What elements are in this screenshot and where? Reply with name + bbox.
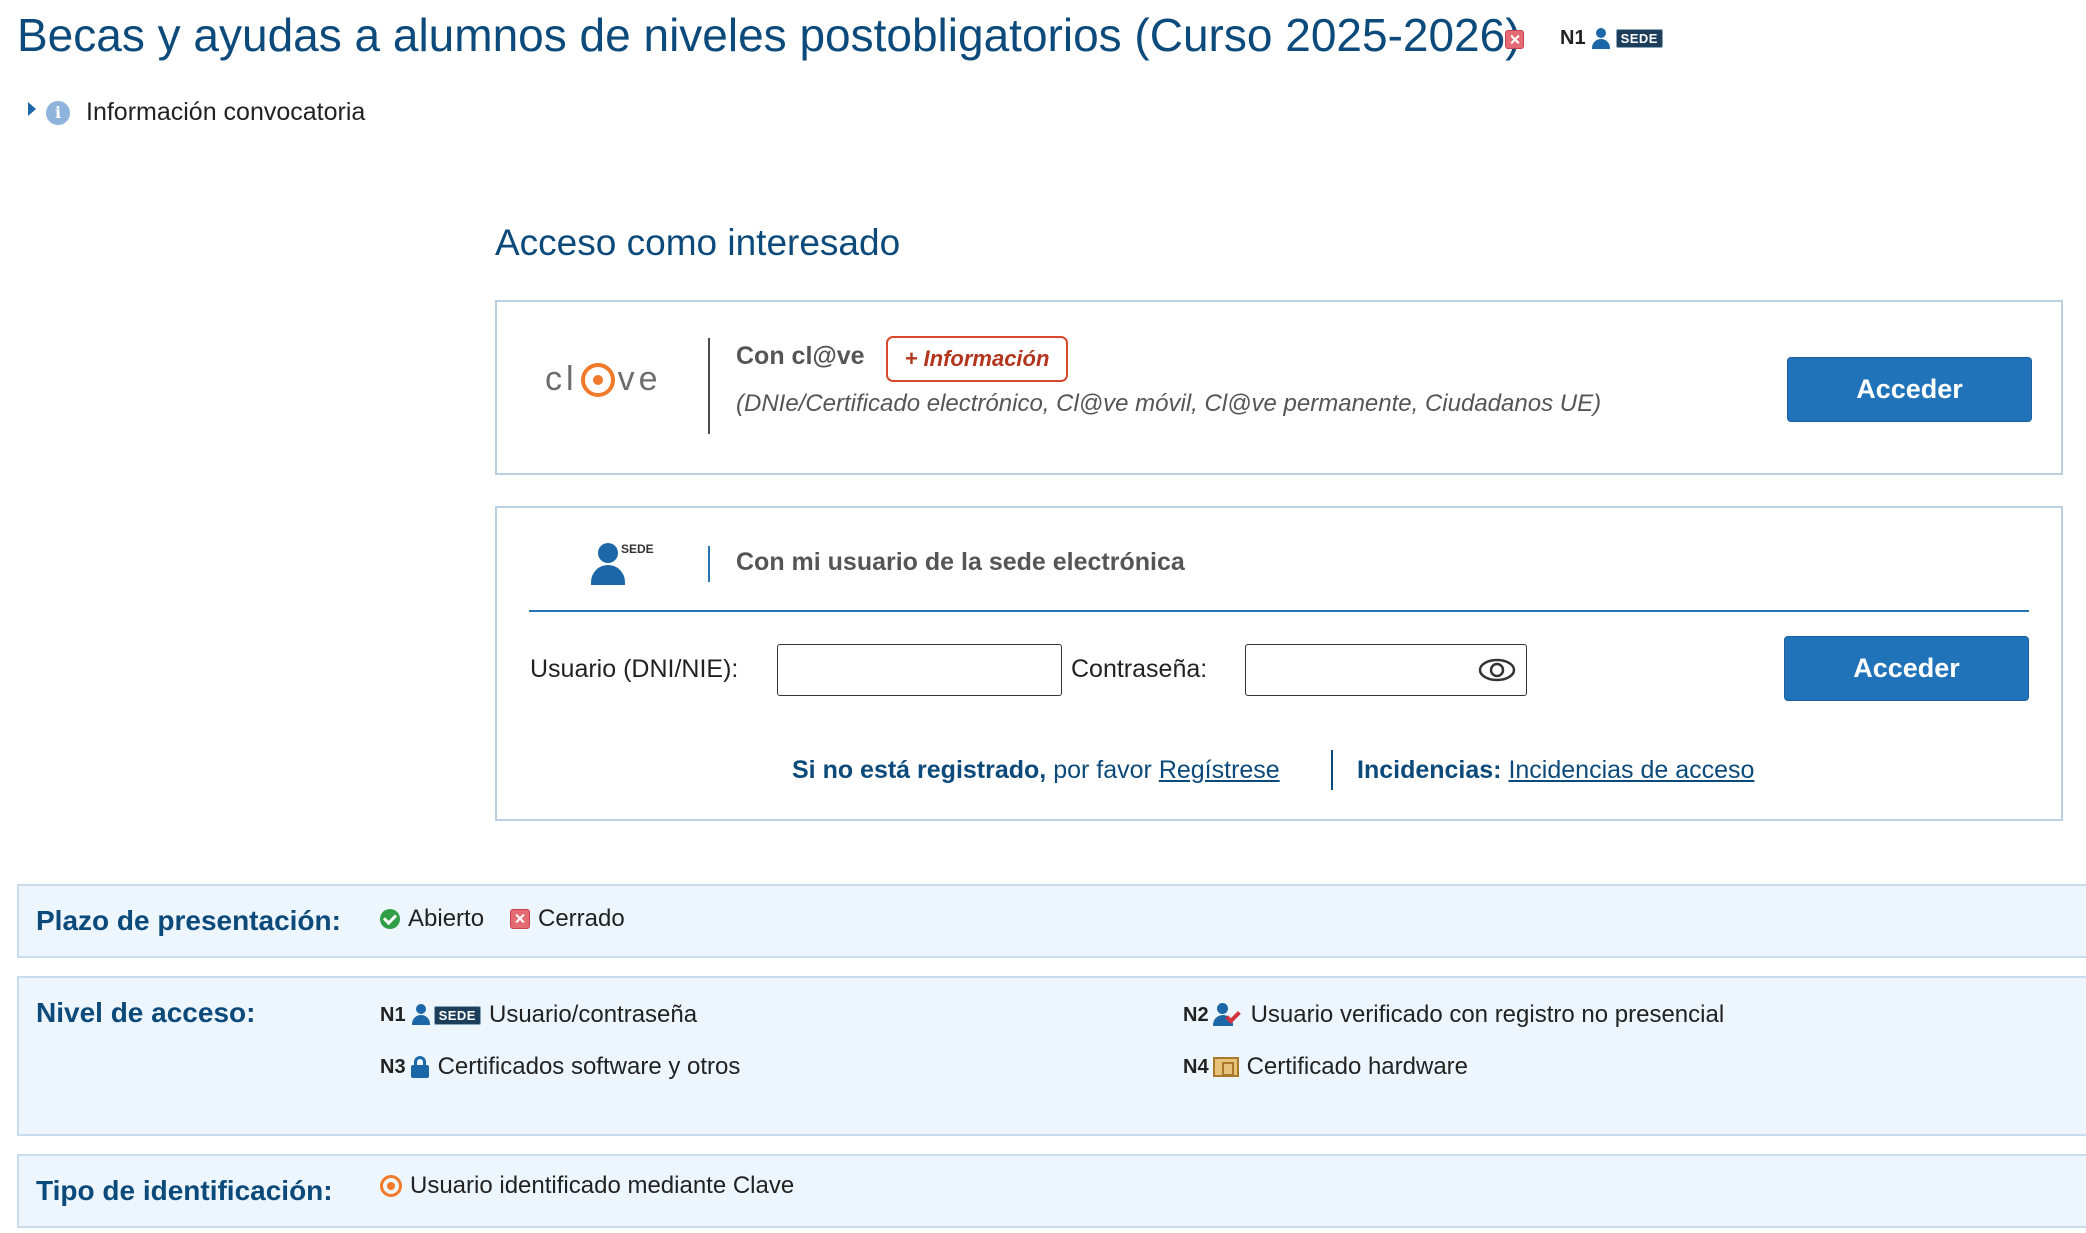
- closed-status-icon: [1505, 30, 1524, 49]
- sede-user-icon: SEDE: [588, 540, 664, 586]
- nivel-title: Nivel de acceso:: [36, 997, 256, 1028]
- user-icon: [410, 1004, 432, 1026]
- info-convocatoria-toggle[interactable]: i Información convocatoria: [28, 98, 365, 127]
- n3-label: N3: [380, 1055, 406, 1078]
- access-title: Acceso como interesado: [495, 222, 901, 263]
- show-password-eye-icon[interactable]: [1478, 658, 1516, 682]
- n2-description: Usuario verificado con registro no prese…: [1250, 1001, 1725, 1028]
- n4-label: N4: [1183, 1055, 1209, 1078]
- n1-label: N1: [380, 1003, 406, 1026]
- lock-icon: [410, 1056, 430, 1078]
- register-divider: [1331, 750, 1333, 790]
- plazo-open-legend: Abierto: [380, 905, 484, 933]
- nivel-n3-item: N3 Certificados software y otros: [380, 1053, 740, 1081]
- user-dni-input[interactable]: [777, 644, 1062, 696]
- sede-header-rule: [529, 610, 2029, 612]
- incidents-link[interactable]: Incidencias de acceso: [1508, 756, 1754, 784]
- user-label: Usuario (DNI/NIE):: [530, 655, 739, 683]
- open-check-icon: [380, 909, 400, 929]
- sede-icon-text: SEDE: [621, 542, 654, 556]
- nivel-n1-item: N1 SEDE Usuario/contraseña: [380, 1001, 697, 1029]
- info-icon: i: [46, 100, 70, 125]
- user-icon: [1590, 27, 1612, 50]
- nivel-panel: [17, 976, 2086, 1136]
- sede-badge: SEDE: [1615, 29, 1663, 48]
- sede-acceder-button[interactable]: Acceder: [1784, 636, 2029, 701]
- clave-icon: [380, 1175, 402, 1197]
- access-level-indicator: N1 SEDE: [1560, 27, 1663, 50]
- tipo-clave-item: Usuario identificado mediante Clave: [380, 1172, 794, 1200]
- clave-logo-right: ve: [617, 360, 662, 398]
- tipo-description: Usuario identificado mediante Clave: [410, 1172, 795, 1199]
- incidents-bold: Incidencias:: [1357, 756, 1502, 784]
- password-label: Contraseña:: [1071, 655, 1208, 683]
- incidents-prompt: Incidencias: Incidencias de acceso: [1357, 756, 1754, 785]
- plazo-open-label: Abierto: [408, 905, 485, 932]
- plazo-closed-label: Cerrado: [538, 905, 625, 932]
- hardware-chip-icon: [1212, 1057, 1239, 1077]
- tipo-title: Tipo de identificación:: [36, 1175, 333, 1206]
- verified-user-icon: [1212, 1003, 1245, 1027]
- info-convocatoria-label: Información convocatoria: [86, 98, 366, 126]
- n2-label: N2: [1183, 1003, 1209, 1026]
- level-label: N1: [1560, 27, 1586, 49]
- register-text: por favor: [1046, 756, 1159, 784]
- register-link[interactable]: Regístrese: [1159, 756, 1280, 784]
- clave-info-button[interactable]: + Información: [886, 336, 1068, 382]
- clave-logo-left: cl: [545, 360, 578, 398]
- page-title: Becas y ayudas a alumnos de niveles post…: [17, 8, 1521, 62]
- n1-description: Usuario/contraseña: [488, 1001, 698, 1028]
- sede-method-name: Con mi usuario de la sede electrónica: [736, 548, 1185, 576]
- plazo-title: Plazo de presentación:: [36, 905, 341, 936]
- clave-at-icon: [580, 362, 615, 397]
- n4-description: Certificado hardware: [1246, 1053, 1469, 1080]
- n3-description: Certificados software y otros: [437, 1053, 741, 1080]
- register-bold: Si no está registrado,: [792, 756, 1047, 784]
- clave-logo: cl ve: [545, 360, 661, 399]
- nivel-n2-item: N2 Usuario verificado con registro no pr…: [1183, 1001, 1724, 1029]
- sede-divider: [708, 546, 710, 582]
- sede-badge: SEDE: [433, 1005, 481, 1025]
- clave-acceder-button[interactable]: Acceder: [1787, 357, 2032, 422]
- plazo-closed-legend: Cerrado: [510, 905, 625, 933]
- page-title-text: Becas y ayudas a alumnos de niveles post…: [17, 9, 1521, 61]
- register-prompt: Si no está registrado, por favor Regístr…: [792, 756, 1280, 785]
- clave-description: (DNIe/Certificado electrónico, Cl@ve móv…: [736, 390, 1602, 417]
- clave-method-name: Con cl@ve: [736, 342, 865, 370]
- clave-divider: [708, 338, 710, 434]
- expand-triangle-icon: [28, 101, 36, 116]
- nivel-n4-item: N4 Certificado hardware: [1183, 1053, 1468, 1081]
- closed-icon: [510, 909, 530, 929]
